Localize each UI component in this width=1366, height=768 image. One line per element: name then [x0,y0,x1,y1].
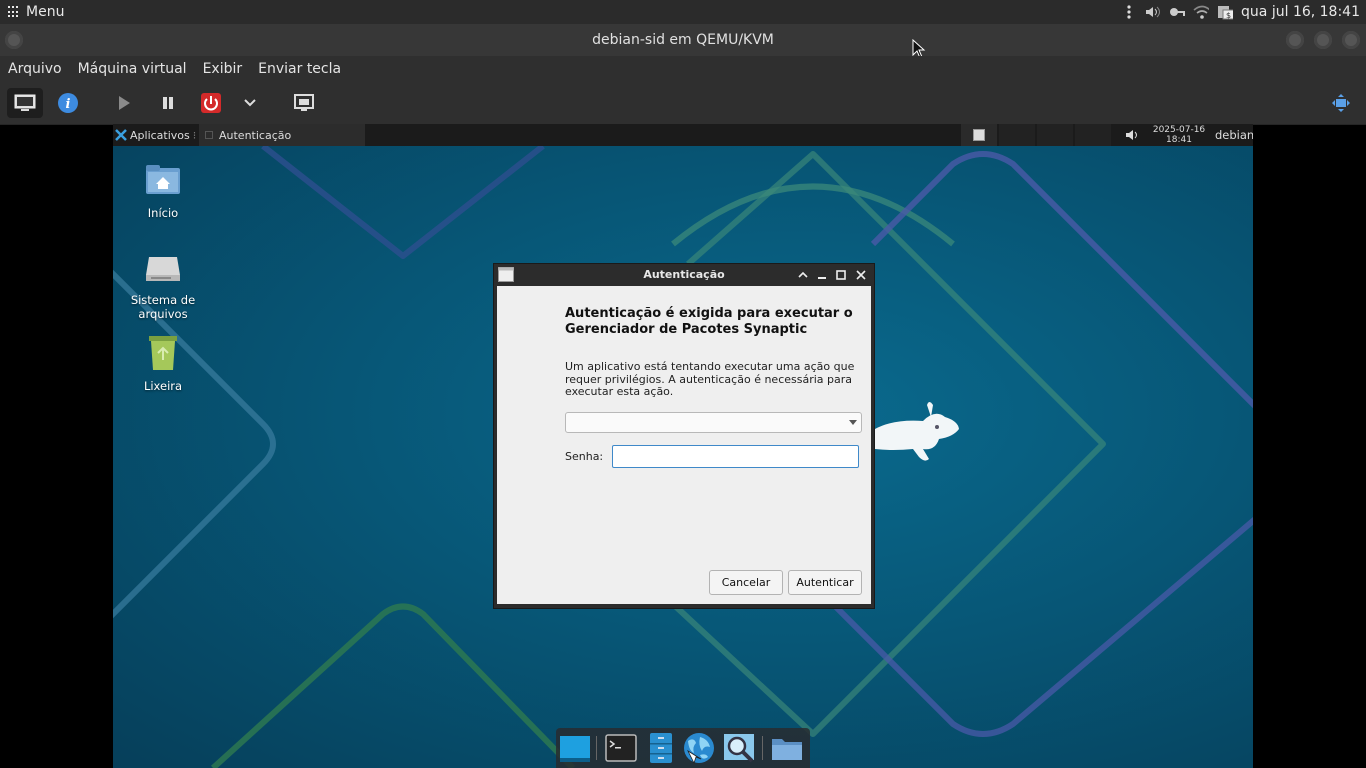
authenticate-button[interactable]: Autenticar [788,570,862,595]
wifi-icon[interactable] [1193,4,1210,20]
desktop-icon-label: Lixeira [143,379,183,393]
cancel-button[interactable]: Cancelar [709,570,783,595]
password-label: Senha: [565,450,604,463]
app-finder-button[interactable] [722,732,756,764]
file-manager-icon [650,733,672,763]
pause-button[interactable] [150,88,186,118]
dialog-maximize-button[interactable] [836,270,846,280]
desktop-icon-label-line1: Sistema de [130,293,196,307]
menu-exibir[interactable]: Exibir [195,61,251,77]
workspace-3[interactable] [1037,124,1073,146]
host-menu-button[interactable]: Menu [8,0,64,24]
applications-label: Aplicativos [130,128,190,142]
guest-time: 18:41 [1166,135,1192,145]
authentication-dialog: Autenticação Autenticação é exigida para… [493,263,875,609]
guest-volume-icon[interactable] [1125,124,1139,146]
workspace-1[interactable] [961,124,997,146]
maximize-button[interactable] [1314,31,1332,49]
menu-enviar-tecla[interactable]: Enviar tecla [250,61,349,77]
menu-arquivo[interactable]: Arquivo [0,61,70,77]
window-icon [205,131,213,139]
home-folder-icon [143,160,183,200]
console-button[interactable] [7,88,43,118]
xfce-mouse-logo-icon [875,402,959,461]
dialog-heading: Autenticação é exigida para executar o G… [565,306,853,337]
fullscreen-button[interactable] [1323,88,1359,118]
key-icon[interactable] [1169,4,1186,20]
chevron-down-icon [849,420,857,425]
dropdown-chevron-icon [244,99,256,107]
apps-grid-icon [8,6,20,18]
dialog-description: Um aplicativo está tentando executar uma… [565,360,855,398]
window-title: debian-sid em QEMU/KVM [592,32,774,48]
guest-user-menu[interactable]: debian [1215,124,1253,146]
menubar: Arquivo Máquina virtual Exibir Enviar te… [0,56,1366,82]
update-notifier-icon[interactable]: $ [1217,4,1234,20]
vertical-dots-icon[interactable] [1121,4,1137,20]
run-icon [119,96,130,110]
host-clock[interactable]: qua jul 16, 18:41 [1241,4,1360,20]
dialog-body: Autenticação é exigida para executar o G… [497,286,871,604]
separator-icon: ⁝ [192,128,197,142]
dialog-minimize-button[interactable] [817,270,827,280]
hard-drive-icon [143,247,183,287]
password-field[interactable] [612,445,859,468]
snapshot-icon [294,94,314,111]
desktop-icon-label-line2: arquivos [138,307,188,321]
info-icon: i [58,93,78,113]
guest-top-panel: Aplicativos ⁝ Autenticação 2025-07-16 18… [113,124,1253,146]
console-icon [14,94,36,111]
workspace-2[interactable] [999,124,1035,146]
dialog-close-button[interactable] [856,270,866,280]
web-browser-icon [684,733,714,765]
applications-menu[interactable]: Aplicativos ⁝ [115,124,196,146]
shutdown-button[interactable] [193,88,229,118]
fullscreen-icon [1332,94,1350,112]
desktop-icon-sistema-de-arquivos[interactable]: Sistema de arquivos [113,247,213,321]
folder-button[interactable] [770,732,804,764]
minimize-button[interactable] [1286,31,1304,49]
desktop-icon-inicio[interactable]: Início [113,160,213,220]
dock-separator [596,736,597,760]
xfce-logo-icon [115,129,127,141]
snapshots-button[interactable] [286,88,322,118]
menu-maquina-virtual[interactable]: Máquina virtual [70,61,195,77]
shade-button[interactable] [798,270,808,280]
desktop-icon-lixeira[interactable]: Lixeira [113,333,213,393]
run-button[interactable] [106,88,142,118]
dock [556,728,810,768]
workspace-window-icon [973,129,985,141]
system-tray: $ qua jul 16, 18:41 [1121,0,1360,24]
terminal-button[interactable] [604,732,638,764]
guest-clock[interactable]: 2025-07-16 18:41 [1151,124,1207,146]
app-finder-icon [724,734,754,763]
volume-icon[interactable] [1145,4,1161,20]
workspace-4[interactable] [1075,124,1111,146]
shutdown-icon [201,93,221,113]
close-button[interactable] [1342,31,1360,49]
show-desktop-icon [560,736,590,762]
dock-separator [762,736,763,760]
svg-text:i: i [66,97,71,112]
file-manager-button[interactable] [644,732,678,764]
terminal-icon [605,734,637,762]
taskbar-button-autenticacao[interactable]: Autenticação [199,124,365,146]
svg-text:$: $ [1226,11,1231,20]
web-browser-button[interactable] [682,732,716,765]
host-menu-label: Menu [26,4,65,20]
trash-icon [143,333,183,373]
pause-icon [163,97,173,109]
show-desktop-button[interactable] [558,732,592,764]
guest-date: 2025-07-16 [1152,125,1206,135]
guest-display[interactable]: Aplicativos ⁝ Autenticação 2025-07-16 18… [113,124,1253,768]
shutdown-menu-button[interactable] [232,88,268,118]
desktop-icon-label: Início [147,206,179,220]
taskbar-label: Autenticação [219,128,292,142]
user-select[interactable] [565,412,862,433]
folder-icon [772,739,802,760]
details-button[interactable]: i [50,88,86,118]
